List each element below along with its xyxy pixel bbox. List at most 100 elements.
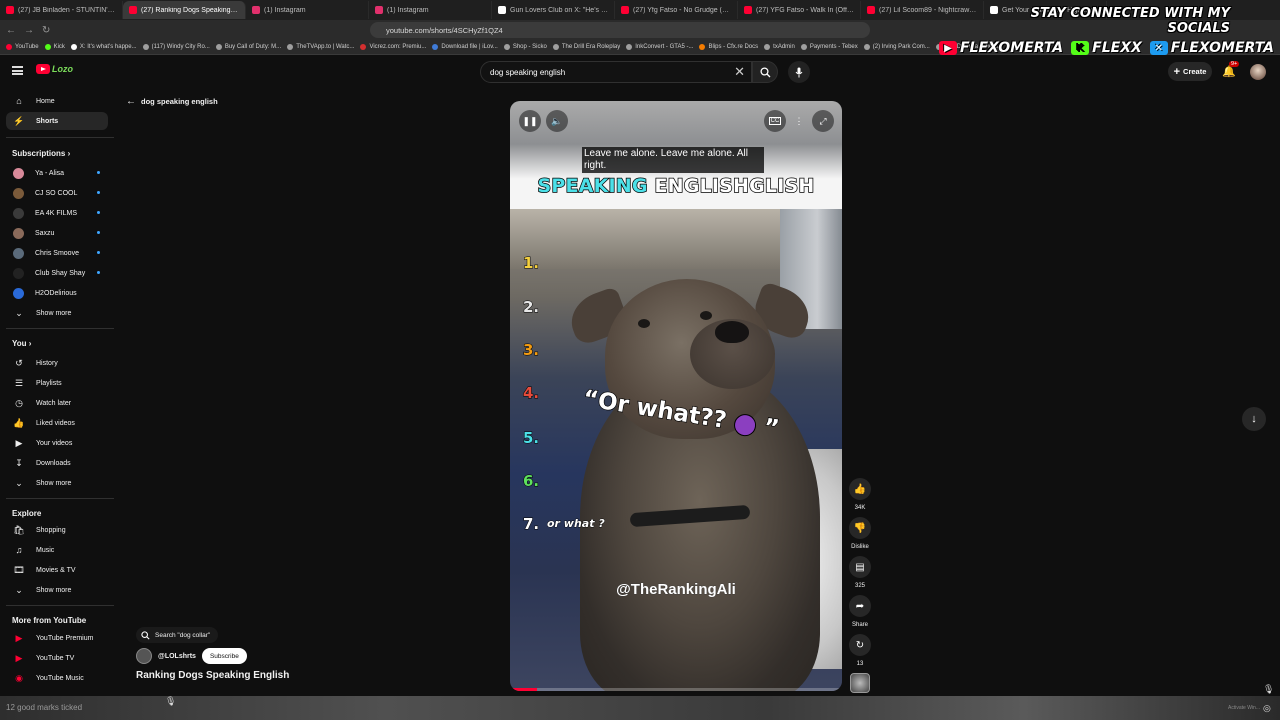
browser-tab[interactable]: Gun Lovers Club on X: "He's running (492, 1, 615, 19)
browser-tab[interactable]: (27) YFG Fatso - Walk In (Official Mu (738, 1, 861, 19)
subscribe-button[interactable]: Subscribe (201, 648, 247, 664)
browser-tab[interactable]: (27) Lil Scoom89 - Nightcrawler (Offi (861, 1, 984, 19)
address-text: youtube.com/shorts/4SCHyZf1QZ4 (386, 25, 503, 35)
you-heading[interactable]: You › (12, 339, 31, 348)
dislike-button[interactable]: 👎 (849, 517, 871, 539)
channel-avatar[interactable] (136, 648, 152, 664)
sidebar-item-music[interactable]: ♫ Music (6, 541, 108, 559)
microphone-icon (795, 67, 803, 77)
bookmark-favicon-icon (70, 44, 77, 50)
more-from-youtube-heading: More from YouTube (12, 616, 87, 625)
audio-source-thumbnail[interactable] (850, 673, 870, 693)
show-more-you[interactable]: ⌄ Show more (6, 474, 108, 492)
bookmark-label: Vicrez.com: Premiu... (369, 44, 427, 50)
sidebar-subscription[interactable]: CJ SO COOL (6, 184, 108, 202)
youtube-logo[interactable]: Lozo (36, 64, 73, 74)
bookmark-item[interactable]: Buy Call of Duty: M... (215, 44, 281, 50)
browser-tab[interactable]: (1) Instagram (246, 1, 369, 19)
bottom-overlay-strip: 12 good marks ticked Activate Win... (0, 696, 1280, 720)
browser-tab[interactable]: (1) Instagram (369, 1, 492, 19)
show-more-subscriptions[interactable]: ⌄ Show more (6, 304, 108, 322)
sidebar-item-youtube-premium[interactable]: ▶ YouTube Premium (6, 629, 108, 647)
channel-avatar (13, 287, 24, 299)
target-icon[interactable]: ◎ (1263, 703, 1271, 714)
bookmark-item[interactable]: The Drill Era Roleplay (552, 44, 620, 50)
bookmark-item[interactable]: YouTube (6, 44, 39, 50)
sidebar-item-home[interactable]: ⌂ Home (6, 92, 108, 110)
movies-icon: 🎞 (13, 564, 25, 575)
chevron-down-icon: ⌄ (15, 307, 23, 318)
bookmark-label: Kick (53, 44, 65, 50)
search-input[interactable]: dog speaking english ✕ (480, 61, 752, 83)
sidebar-item-watch-later[interactable]: ◷ Watch later (6, 394, 108, 412)
remix-button[interactable]: ↻ (849, 634, 871, 656)
bookmark-item[interactable]: txAdmin (764, 44, 795, 50)
rank-number: 2. (522, 298, 540, 317)
search-button[interactable] (752, 61, 778, 83)
sidebar-subscription[interactable]: Chris Smoove (6, 244, 108, 262)
back-to-search-button[interactable]: ← dog speaking english (126, 96, 218, 107)
like-button[interactable]: 👍 (849, 478, 871, 500)
menu-icon[interactable] (12, 66, 23, 75)
account-avatar[interactable] (1250, 64, 1266, 80)
back-arrow-icon[interactable]: ← (6, 25, 16, 36)
bookmark-item[interactable]: X: It's what's happe... (70, 44, 137, 50)
next-video-button[interactable]: ↓ (1242, 407, 1266, 431)
fullscreen-button[interactable]: ⤢ (812, 110, 834, 132)
fullscreen-icon: ⤢ (819, 115, 827, 126)
bookmark-item[interactable]: Vicrez.com: Premiu... (360, 44, 426, 50)
bookmark-item[interactable]: Shop - Sicko (503, 44, 547, 50)
clear-search-icon[interactable]: ✕ (734, 64, 745, 80)
bookmark-item[interactable]: Payments - Tebex (800, 44, 858, 50)
comments-button[interactable]: ▤ (849, 556, 871, 578)
volume-button[interactable]: 🔈 (546, 110, 568, 132)
shorts-player[interactable]: ❚❚ 🔈 CC ⋮ ⤢ Leave me alone. Leave me alo… (510, 101, 842, 691)
share-icon: ➦ (855, 600, 865, 612)
captions-button[interactable]: CC (764, 110, 786, 132)
sidebar-subscription[interactable]: EA 4K FILMS (6, 204, 108, 222)
bookmark-item[interactable]: Download file | iLov... (432, 44, 498, 50)
bookmark-item[interactable]: Blips - Cfx.re Docs (699, 44, 758, 50)
browser-tab[interactable]: (27) Yfg Fatso - No Grudge (unre (615, 1, 738, 19)
dog-nose (715, 321, 749, 343)
sidebar-item-liked-videos[interactable]: 👍 Liked videos (6, 414, 108, 432)
new-content-dot (97, 211, 100, 214)
sidebar-item-shorts[interactable]: ⚡ Shorts (6, 112, 108, 130)
channel-handle[interactable]: @LOLshrts (158, 653, 196, 660)
sidebar-item-youtube-tv[interactable]: ▶ YouTube TV (6, 649, 108, 667)
bookmark-item[interactable]: (2) Irving Park Com... (863, 44, 930, 50)
sidebar-item-movies[interactable]: 🎞 Movies & TV (6, 561, 108, 579)
pause-button[interactable]: ❚❚ (519, 110, 541, 132)
sidebar-subscription[interactable]: H2ODelirious (6, 284, 108, 302)
subscriptions-heading[interactable]: Subscriptions › (12, 149, 70, 158)
show-more-explore[interactable]: ⌄ Show more (6, 581, 108, 599)
channel-avatar (13, 227, 24, 239)
sidebar-subscription[interactable]: Saxzu (6, 224, 108, 242)
system-mic-icon[interactable]: 🎙 (1263, 684, 1274, 695)
sidebar-item-playlists[interactable]: ☰ Playlists (6, 374, 108, 392)
bookmark-item[interactable]: InkConvert - GTA5 -... (626, 44, 693, 50)
video-progress-bar[interactable] (510, 688, 842, 691)
related-search-chip[interactable]: Search "dog collar" (136, 627, 219, 643)
sidebar-item-history[interactable]: ↺ History (6, 354, 108, 372)
share-button[interactable]: ➦ (849, 595, 871, 617)
bookmark-label: Payments - Tebex (809, 44, 858, 50)
bookmark-item[interactable]: Kick (44, 44, 65, 50)
browser-tab[interactable]: (27) JB Binladen - STUNTIN' LIKE MY (0, 1, 123, 19)
video-title[interactable]: Ranking Dogs Speaking English (136, 670, 289, 681)
reload-icon[interactable]: ↻ (42, 25, 50, 36)
bookmark-item[interactable]: (117) Windy City Ro... (142, 44, 210, 50)
forward-arrow-icon[interactable]: → (24, 25, 34, 36)
bookmark-item[interactable]: TheTVApp.to | Watc... (287, 44, 354, 50)
sidebar-item-shopping[interactable]: 🛍 Shopping (6, 521, 108, 539)
sidebar-subscription[interactable]: Club Shay Shay (6, 264, 108, 282)
sidebar-item-downloads[interactable]: ↧ Downloads (6, 454, 108, 472)
more-options-button[interactable]: ⋮ (788, 110, 810, 132)
create-button[interactable]: + Create (1168, 62, 1212, 81)
sidebar-item-youtube-music[interactable]: ◉ YouTube Music (6, 669, 108, 687)
browser-tab[interactable]: (27) Ranking Dogs Speaking E... (123, 1, 246, 19)
sidebar-subscription[interactable]: Ya - Alisa (6, 164, 108, 182)
sidebar-item-your-videos[interactable]: ▶ Your videos (6, 434, 108, 452)
voice-search-button[interactable] (788, 61, 810, 83)
address-bar[interactable]: youtube.com/shorts/4SCHyZf1QZ4 (370, 22, 870, 38)
